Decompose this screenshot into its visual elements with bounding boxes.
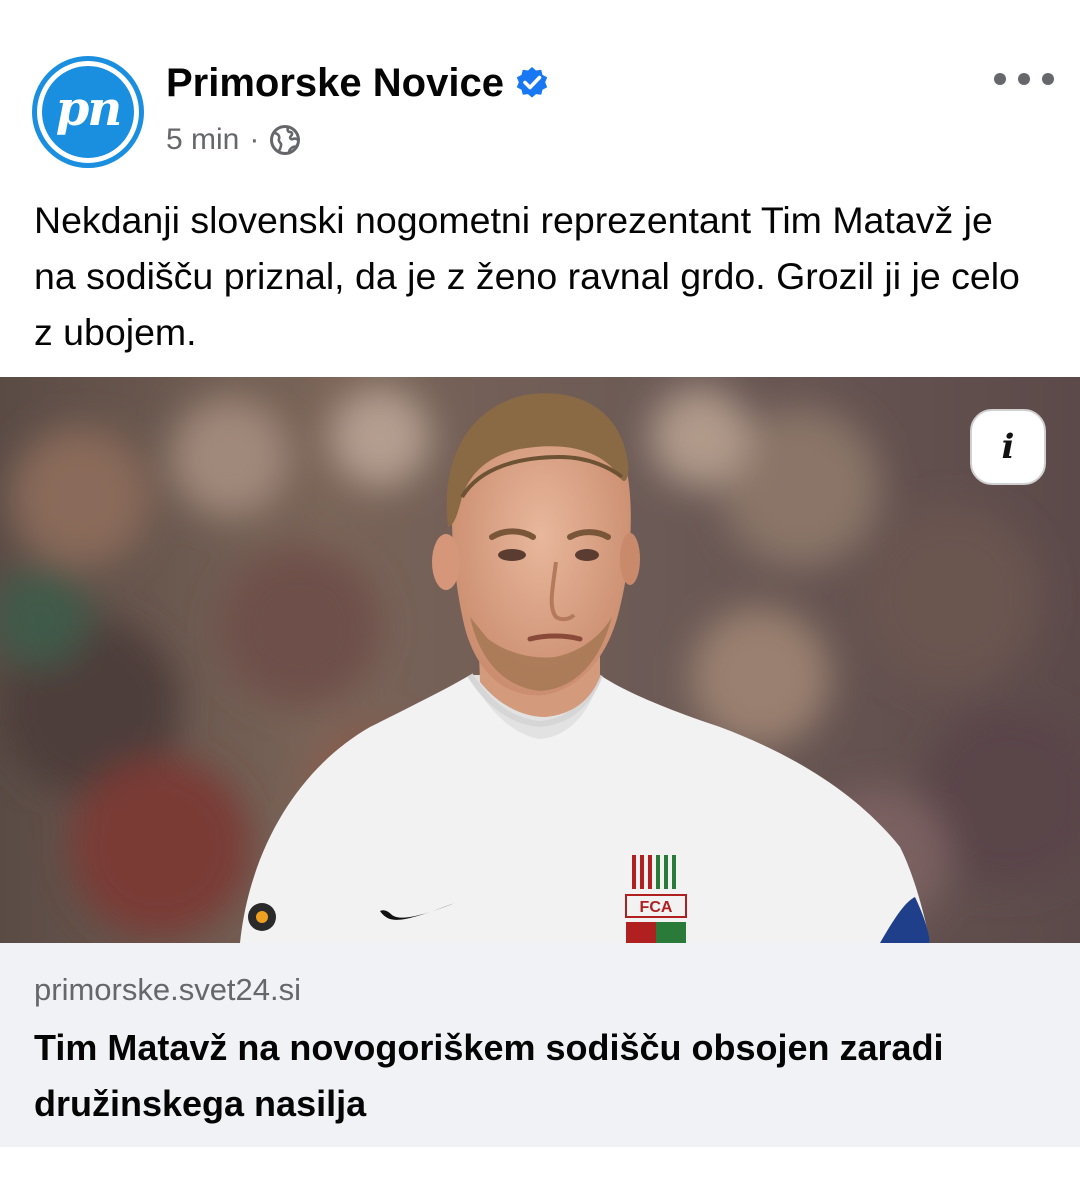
info-icon: i: [1001, 427, 1015, 467]
link-title[interactable]: Tim Matavž na novogoriškem sodišču obsoj…: [34, 1020, 1044, 1132]
crest-text: FCA: [640, 899, 673, 916]
more-options-icon[interactable]: [994, 64, 1054, 94]
page-avatar[interactable]: pn: [32, 56, 144, 168]
post-header: pn Primorske Novice 5 min ·: [0, 0, 1080, 180]
post-meta: 5 min ·: [166, 120, 301, 160]
more-dot: [1018, 73, 1030, 85]
player-photo: FCA: [0, 377, 1080, 943]
avatar-logo: pn: [37, 61, 139, 163]
globe-icon: [270, 125, 301, 155]
meta-separator: ·: [249, 123, 260, 156]
link-domain: primorske.svet24.si: [34, 972, 302, 1007]
page-name-row: Primorske Novice: [166, 58, 550, 108]
page-name[interactable]: Primorske Novice: [166, 61, 504, 106]
post-text: Nekdanji slovenski nogometni reprezentan…: [34, 199, 1020, 353]
ad-info-button[interactable]: i: [970, 409, 1046, 485]
post-photo[interactable]: FCA: [0, 377, 1080, 943]
verified-badge-icon: [516, 67, 548, 98]
post-time[interactable]: 5 min: [166, 123, 239, 157]
more-dot: [1042, 73, 1054, 85]
more-dot: [994, 73, 1006, 85]
avatar-logo-text: pn: [55, 81, 122, 137]
